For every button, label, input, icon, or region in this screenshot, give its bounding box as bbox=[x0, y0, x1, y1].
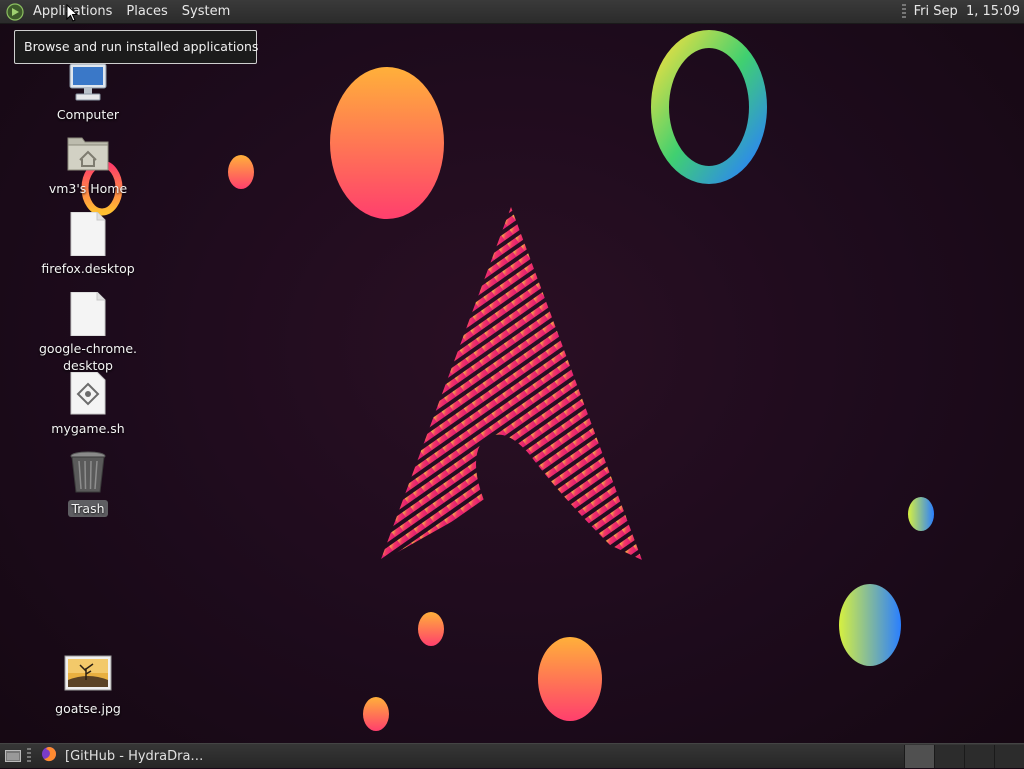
trash-icon bbox=[64, 450, 112, 498]
image-file-icon bbox=[64, 650, 112, 698]
workspace-4[interactable] bbox=[994, 744, 1024, 768]
desktop-icon-label: vm3's Home bbox=[48, 181, 128, 196]
clock[interactable]: Fri Sep 1, 15:09 bbox=[914, 4, 1024, 19]
file-icon bbox=[64, 290, 112, 338]
panel-separator bbox=[901, 3, 906, 20]
menu-places[interactable]: Places bbox=[119, 0, 174, 24]
bottom-panel: [GitHub - HydraDra… bbox=[0, 743, 1024, 768]
desktop-icon-label: google-chrome. desktop bbox=[30, 340, 146, 374]
desktop-icon-label: Trash bbox=[68, 500, 108, 517]
panel-separator bbox=[27, 748, 31, 764]
workspace-2[interactable] bbox=[934, 744, 964, 768]
desktop-icon-mygame-sh[interactable]: mygame.sh bbox=[30, 370, 146, 437]
desktop-icon-label: firefox.desktop bbox=[41, 261, 135, 276]
workspace-3[interactable] bbox=[964, 744, 994, 768]
desktop-icon-trash[interactable]: Trash bbox=[30, 450, 146, 517]
desktop-icon-home[interactable]: vm3's Home bbox=[30, 130, 146, 197]
home-folder-icon bbox=[64, 130, 112, 178]
desktop-icon-firefox-desktop[interactable]: firefox.desktop bbox=[30, 210, 146, 277]
desktop-icon-google-chrome-desktop[interactable]: google-chrome. desktop bbox=[30, 290, 146, 374]
desktop-icon-goatse-jpg[interactable]: goatse.jpg bbox=[30, 650, 146, 717]
computer-icon bbox=[64, 56, 112, 104]
taskbar-window-button[interactable]: [GitHub - HydraDra… bbox=[35, 744, 209, 769]
desktop-wallpaper bbox=[81, 30, 934, 731]
workspace-switcher[interactable] bbox=[904, 744, 1024, 768]
mouse-cursor-icon bbox=[66, 4, 78, 22]
desktop-icon-label: mygame.sh bbox=[51, 421, 125, 436]
top-panel: Applications Places System Fri Sep 1, 15… bbox=[0, 0, 1024, 24]
desktop-icon-computer[interactable]: Computer bbox=[30, 56, 146, 123]
applications-menu-icon[interactable] bbox=[4, 1, 26, 23]
firefox-icon bbox=[41, 746, 57, 766]
script-icon bbox=[64, 370, 112, 418]
menu-system[interactable]: System bbox=[175, 0, 237, 24]
taskbar-window-title: [GitHub - HydraDra… bbox=[65, 748, 204, 764]
show-desktop-icon[interactable] bbox=[3, 746, 23, 766]
label-line-1: google-chrome. bbox=[39, 341, 137, 356]
desktop-icon-label: goatse.jpg bbox=[55, 701, 121, 716]
workspace-1[interactable] bbox=[904, 744, 934, 768]
file-icon bbox=[64, 210, 112, 258]
desktop-icon-label: Computer bbox=[56, 107, 120, 122]
